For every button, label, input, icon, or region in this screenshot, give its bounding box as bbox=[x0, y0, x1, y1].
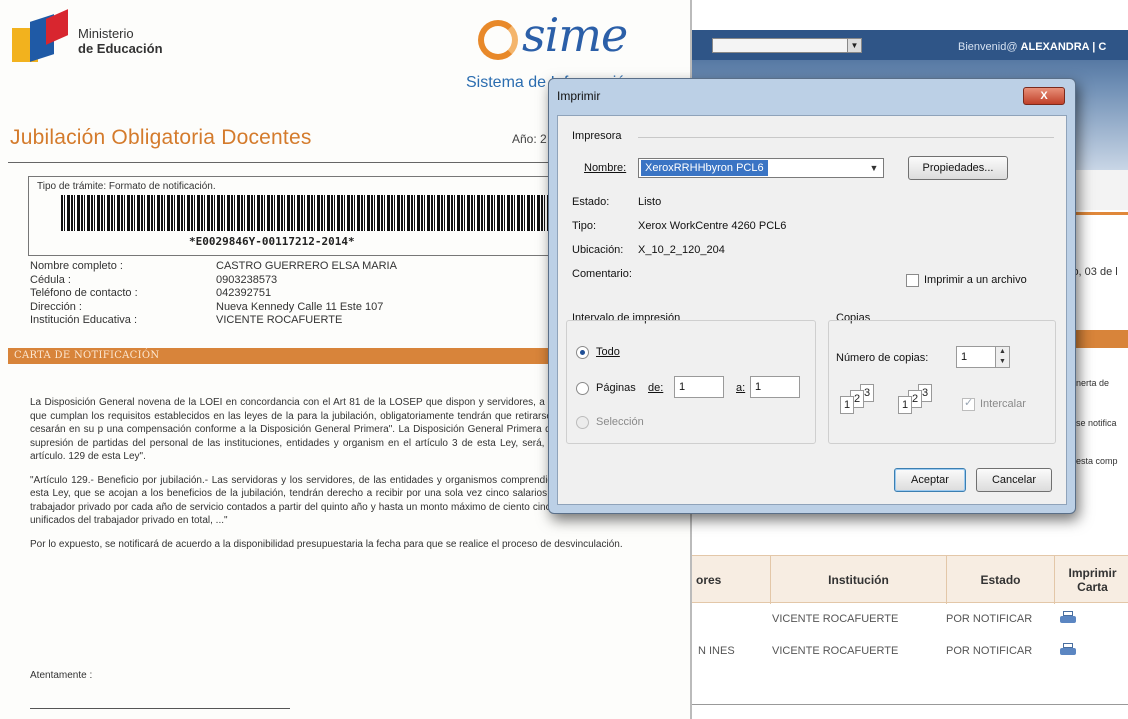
side-text: nerta de bbox=[1076, 378, 1110, 388]
info-row: Teléfono de contacto : 042392751 bbox=[30, 287, 397, 301]
copies-input[interactable]: 1 bbox=[956, 346, 996, 368]
info-row: Nombre completo : CASTRO GUERRERO ELSA MA… bbox=[30, 260, 397, 274]
to-page-input[interactable]: 1 bbox=[750, 376, 800, 398]
range-pages-radio[interactable] bbox=[576, 382, 589, 395]
copies-label: Número de copias: bbox=[836, 352, 929, 364]
column-header[interactable]: Estado bbox=[946, 556, 1054, 604]
close-button[interactable]: X bbox=[1023, 87, 1065, 105]
app-dropdown[interactable]: ▼ bbox=[712, 38, 862, 53]
properties-button[interactable]: Propiedades... bbox=[908, 156, 1008, 180]
from-page-input[interactable]: 1 bbox=[674, 376, 724, 398]
print-to-file-checkbox[interactable] bbox=[906, 274, 919, 287]
closing-text: Atentamente : bbox=[30, 670, 93, 681]
ministerio-logo-text: Ministerio de Educación bbox=[78, 26, 163, 56]
table-row: N INES VICENTE ROCAFUERTE POR NOTIFICAR bbox=[692, 637, 1128, 669]
chevron-down-icon: ▼ bbox=[847, 39, 861, 52]
to-label: a: bbox=[736, 382, 746, 394]
name-label: Nombre: bbox=[584, 162, 627, 174]
location-value: X_10_2_120_204 bbox=[638, 244, 725, 256]
chevron-down-icon: ▼ bbox=[869, 163, 879, 173]
cell-institucion: VICENTE ROCAFUERTE bbox=[772, 645, 899, 657]
range-selection-label: Selección bbox=[596, 416, 644, 428]
status-label: Estado: bbox=[572, 196, 610, 208]
ok-button[interactable]: Aceptar bbox=[894, 468, 966, 492]
column-header[interactable]: Imprimir Carta bbox=[1054, 556, 1128, 604]
year-label: Año: 2 bbox=[512, 132, 547, 146]
print-dialog: Imprimir X Impresora Nombre: XeroxRRHHby… bbox=[548, 78, 1076, 514]
side-text: esta comp bbox=[1076, 456, 1118, 466]
info-label: Institución Educativa : bbox=[30, 314, 138, 326]
info-row: Institución Educativa : VICENTE ROCAFUERT… bbox=[30, 314, 397, 328]
collate-pages-icon: 3 2 1 bbox=[840, 384, 886, 418]
printer-group-label: Impresora bbox=[572, 130, 622, 142]
range-all-label: Todo bbox=[596, 346, 620, 358]
print-to-file-label: Imprimir a un archivo bbox=[924, 274, 1027, 286]
range-pages-label: Páginas bbox=[596, 382, 636, 394]
document-title: Jubilación Obligatoria Docentes bbox=[10, 126, 312, 149]
ministerio-logo-icon bbox=[12, 9, 70, 62]
info-label: Teléfono de contacto : bbox=[30, 287, 138, 299]
printer-select[interactable]: XeroxRRHHbyron PCL6 ▼ bbox=[638, 158, 884, 178]
printer-icon[interactable] bbox=[1060, 611, 1076, 625]
info-label: Dirección : bbox=[30, 300, 82, 313]
info-label: Cédula : bbox=[30, 273, 71, 286]
info-value: Nueva Kennedy Calle 11 Este 107 bbox=[216, 300, 384, 313]
tramite-box: Tipo de trámite: Formato de notificación… bbox=[28, 176, 588, 256]
dialog-title: Imprimir bbox=[557, 89, 601, 103]
personal-info: Nombre completo : CASTRO GUERRERO ELSA MA… bbox=[30, 260, 397, 328]
sime-circle-icon bbox=[478, 20, 518, 60]
printer-icon[interactable] bbox=[1060, 643, 1076, 657]
range-selection-radio[interactable] bbox=[576, 416, 589, 429]
tramite-label: Tipo de trámite: Formato de notificación… bbox=[37, 181, 216, 192]
divider bbox=[692, 704, 1128, 705]
info-value: 0903238573 bbox=[216, 273, 278, 286]
welcome-text: Bienvenid@ ALEXANDRA | C bbox=[958, 41, 1106, 53]
cell-estado: POR NOTIFICAR bbox=[946, 613, 1033, 625]
table-header: ores Institución Estado Imprimir Carta bbox=[692, 555, 1128, 604]
info-value: VICENTE ROCAFUERTE bbox=[216, 314, 343, 326]
copies-group bbox=[828, 320, 1056, 444]
printer-name: XeroxRRHHbyron PCL6 bbox=[641, 160, 768, 176]
collate-checkbox[interactable] bbox=[962, 396, 975, 411]
side-text: se notifica bbox=[1076, 418, 1117, 428]
range-all-radio[interactable] bbox=[576, 346, 589, 359]
column-header[interactable]: ores bbox=[692, 556, 770, 604]
signature-line bbox=[30, 708, 290, 709]
info-value: CASTRO GUERRERO ELSA MARIA bbox=[216, 260, 397, 272]
info-label: Nombre completo : bbox=[30, 260, 123, 272]
cell-estado: POR NOTIFICAR bbox=[946, 645, 1033, 657]
dialog-body: Impresora Nombre: XeroxRRHHbyron PCL6 ▼ … bbox=[557, 115, 1067, 505]
type-value: Xerox WorkCentre 4260 PCL6 bbox=[638, 220, 787, 232]
comment-label: Comentario: bbox=[572, 268, 632, 280]
group-divider bbox=[638, 137, 1054, 138]
status-value: Listo bbox=[638, 196, 662, 208]
cell-name: N INES bbox=[698, 645, 735, 657]
from-label: de: bbox=[648, 382, 664, 394]
sime-logo: sime Sistema de Información bbox=[466, 8, 658, 91]
barcode-number: *E0029846Y-00117212-2014* bbox=[189, 235, 355, 248]
collate-label: Intercalar bbox=[980, 398, 1026, 410]
table-row: VICENTE ROCAFUERTE POR NOTIFICAR bbox=[692, 605, 1128, 637]
cancel-button[interactable]: Cancelar bbox=[976, 468, 1052, 492]
info-row: Dirección : Nueva Kennedy Calle 11 Este 1… bbox=[30, 301, 397, 315]
barcode-icon bbox=[61, 195, 549, 231]
cell-institucion: VICENTE ROCAFUERTE bbox=[772, 613, 899, 625]
type-label: Tipo: bbox=[572, 220, 597, 232]
welcome-prefix: Bienvenid@ bbox=[958, 41, 1018, 53]
location-label: Ubicación: bbox=[572, 244, 624, 256]
sime-wordmark: sime bbox=[522, 8, 628, 62]
copies-spinner[interactable]: ▲ ▼ bbox=[996, 346, 1010, 368]
column-header[interactable]: Institución bbox=[770, 556, 946, 604]
welcome-user[interactable]: ALEXANDRA | C bbox=[1021, 41, 1107, 53]
date-text: lo, 03 de l bbox=[1070, 266, 1118, 278]
info-row: Cédula : 0903238573 bbox=[30, 274, 397, 288]
info-value: 042392751 bbox=[216, 287, 272, 299]
collate-pages-icon: 3 2 1 bbox=[898, 384, 944, 418]
paragraph: Por lo expuesto, se notificará de acuerd… bbox=[30, 538, 623, 550]
